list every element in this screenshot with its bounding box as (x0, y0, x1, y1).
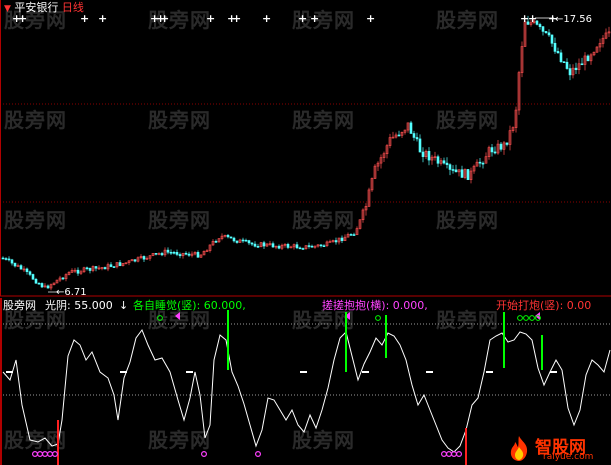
down-arrow-icon: ↓ (119, 299, 129, 312)
triangle-down-icon[interactable]: ▼ (4, 4, 11, 14)
green-circle-marker (157, 315, 163, 321)
brand-url: raiyue.com (543, 452, 594, 462)
indicator-name: 股旁网 (3, 299, 36, 312)
indicator-param-sleep: 各自睡觉(竖): 60.000, (133, 299, 246, 312)
oscillator-chart[interactable] (0, 0, 611, 465)
green-circle-marker (523, 315, 529, 321)
magenta-circle-marker (41, 451, 48, 458)
green-circle-marker (517, 315, 523, 321)
indicator-param-fire: 开始打炮(竖): 0.00 (496, 299, 592, 312)
indicator-param-hug: 搓搓抱抱(横): 0.000, (322, 299, 428, 312)
magenta-circle-marker (255, 451, 262, 458)
flame-logo-icon (510, 436, 528, 461)
indicator-param-guangyin: 光阴: 55.000 (45, 299, 113, 312)
period-label[interactable]: 日线 (62, 1, 84, 14)
magenta-circle-marker (31, 451, 38, 458)
chart-title: ▼ 平安银行 日线 (4, 1, 84, 16)
magenta-circle-marker (201, 451, 208, 458)
green-circle-marker (375, 315, 381, 321)
green-circle-marker (529, 315, 535, 321)
magenta-circle-marker (446, 451, 453, 458)
magenta-circle-marker (51, 451, 58, 458)
magenta-triangle-icon (175, 312, 180, 320)
brand-badge: 智股网 raiyue.com (501, 432, 609, 464)
magenta-circle-marker (46, 451, 53, 458)
magenta-circle-marker (441, 451, 448, 458)
magenta-circle-marker (36, 451, 43, 458)
magenta-circle-marker (456, 451, 463, 458)
stock-name: 平安银行 (14, 1, 59, 14)
